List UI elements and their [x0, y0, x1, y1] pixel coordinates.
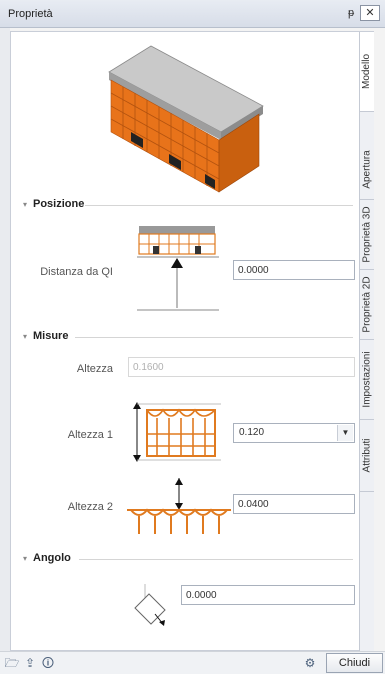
- altezza2-diagram: [127, 478, 231, 534]
- section-title-misure: Misure: [33, 330, 69, 342]
- tab-apertura[interactable]: Apertura: [360, 140, 374, 200]
- altezza2-label: Altezza 2: [67, 501, 113, 513]
- close-icon[interactable]: ✕: [360, 5, 380, 21]
- collapse-chevron-icon[interactable]: ▾: [23, 332, 27, 341]
- vertical-tab-strip: Modello Apertura Proprietà 3D Proprietà …: [359, 32, 374, 652]
- tab-proprieta-3d[interactable]: Proprietà 3D: [360, 200, 374, 270]
- tab-modello[interactable]: Modello: [360, 32, 374, 112]
- window-titlebar: Proprietà ᵽ ✕: [0, 0, 385, 28]
- model-preview-image: [108, 45, 264, 193]
- section-angolo[interactable]: ▾ Angolo: [23, 552, 353, 566]
- open-folder-icon[interactable]: 🗁: [4, 655, 20, 671]
- section-title-posizione: Posizione: [33, 198, 85, 210]
- dropdown-arrow-icon[interactable]: ▼: [337, 425, 353, 441]
- distanza-input[interactable]: [233, 260, 355, 280]
- altezza-input: [128, 357, 355, 377]
- tab-proprieta-2d[interactable]: Proprietà 2D: [360, 270, 374, 340]
- pin-icon[interactable]: ᵽ: [348, 7, 354, 19]
- altezza1-diagram: [133, 402, 221, 462]
- altezza-label: Altezza: [76, 363, 113, 375]
- tab-attributi[interactable]: Attributi: [360, 420, 374, 492]
- close-button[interactable]: Chiudi: [326, 653, 383, 673]
- collapse-chevron-icon[interactable]: ▾: [23, 200, 27, 209]
- altezza2-input[interactable]: [233, 494, 355, 514]
- section-misure[interactable]: ▾ Misure: [23, 330, 353, 344]
- export-icon[interactable]: ⇪: [22, 655, 38, 671]
- distanza-label: Distanza da QI: [40, 266, 113, 278]
- section-divider: [79, 559, 353, 560]
- angolo-input[interactable]: [181, 585, 355, 605]
- distanza-diagram: [137, 226, 219, 311]
- altezza1-value: 0.120: [239, 427, 265, 438]
- panel-left-edge: [0, 28, 10, 651]
- info-icon[interactable]: 🛈: [40, 655, 56, 671]
- collapse-chevron-icon[interactable]: ▾: [23, 554, 27, 563]
- section-divider: [75, 337, 353, 338]
- section-title-angolo: Angolo: [33, 552, 71, 564]
- properties-content: ▾ Posizione Distanza da QI ▾ Mis: [11, 32, 359, 652]
- bottom-toolbar: 🗁 ⇪ 🛈 ⚙ Chiudi: [0, 651, 385, 674]
- tab-impostazioni[interactable]: Impostazioni: [360, 340, 374, 420]
- properties-panel: ▾ Posizione Distanza da QI ▾ Mis: [10, 31, 374, 652]
- angolo-diagram: [134, 584, 166, 626]
- section-divider: [85, 205, 353, 206]
- altezza1-label: Altezza 1: [67, 429, 113, 441]
- altezza1-select[interactable]: 0.120 ▼: [233, 423, 355, 443]
- section-posizione[interactable]: ▾ Posizione: [23, 198, 353, 212]
- window-title: Proprietà: [8, 8, 53, 20]
- settings-gear-icon[interactable]: ⚙: [302, 655, 318, 671]
